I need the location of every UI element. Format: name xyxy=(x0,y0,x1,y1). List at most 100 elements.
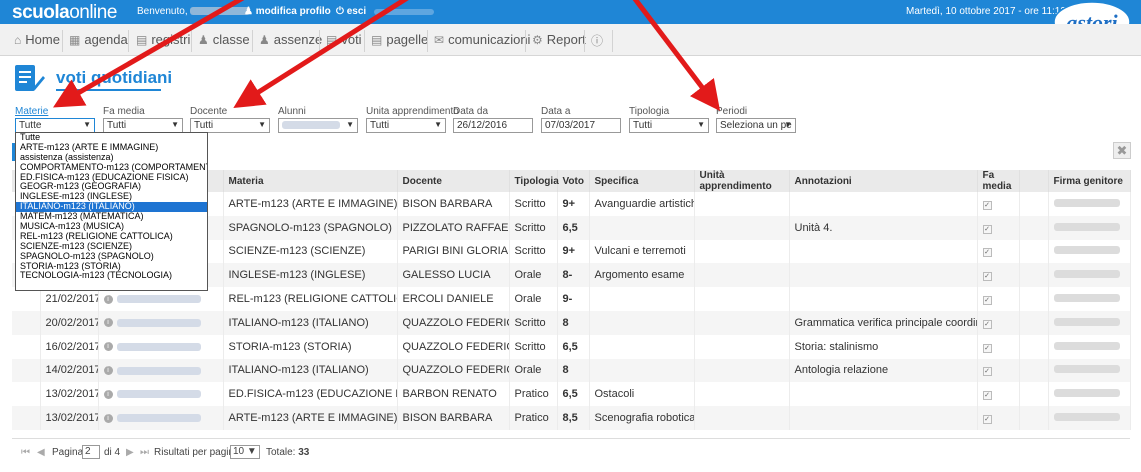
materie-select[interactable]: Tutte ▼ xyxy=(15,118,95,133)
menu-agenda[interactable]: ▦ agenda xyxy=(69,32,128,47)
dropdown-option[interactable]: SPAGNOLO-m123 (SPAGNOLO) xyxy=(16,252,207,262)
register-icon: ▤ xyxy=(136,33,148,47)
signature-redacted xyxy=(1053,270,1120,279)
row-unita xyxy=(694,310,790,335)
fa-media-checkbox[interactable]: ✓ xyxy=(982,391,992,401)
last-page-icon[interactable]: ⏭ xyxy=(140,447,149,458)
docente-select[interactable]: Tutti ▼ xyxy=(190,118,270,133)
col-tipologia[interactable]: Tipologia xyxy=(509,170,559,192)
data-da-input[interactable]: 26/12/2016 xyxy=(453,118,533,133)
menu-voti[interactable]: ▤ voti xyxy=(326,32,362,47)
table-row[interactable]: 16/02/2017 i STORIA-m123 (STORIA) QUAZZOLO … xyxy=(12,334,1131,359)
unita-select[interactable]: Tutti ▼ xyxy=(366,118,446,133)
dropdown-option[interactable]: TECNOLOGIA-m123 (TECNOLOGIA) xyxy=(16,271,207,281)
col-docente[interactable]: Docente xyxy=(397,170,510,192)
dropdown-option[interactable]: SCIENZE-m123 (SCIENZE) xyxy=(16,242,207,252)
dropdown-option[interactable]: COMPORTAMENTO-m123 (COMPORTAMENTO) xyxy=(16,163,207,173)
dropdown-option[interactable]: assistenza (assistenza) xyxy=(16,153,207,163)
col-materia[interactable]: Materia xyxy=(223,170,398,192)
fa-media-checkbox[interactable]: ✓ xyxy=(982,319,992,329)
dropdown-option[interactable]: INGLESE-m123 (INGLESE) xyxy=(16,192,207,202)
menu-registri[interactable]: ▤ registri xyxy=(136,32,190,47)
chevron-down-icon: ▼ xyxy=(434,120,442,129)
dropdown-option[interactable]: Tutte xyxy=(16,133,207,143)
edit-profile-link[interactable]: ♟ modifica profilo xyxy=(244,6,331,17)
close-icon[interactable]: ✖ xyxy=(1113,142,1131,159)
info-icon[interactable]: i xyxy=(103,413,113,423)
data-a-input[interactable]: 07/03/2017 xyxy=(541,118,621,133)
col-specifica[interactable]: Specifica xyxy=(589,170,695,192)
info-icon[interactable]: i xyxy=(103,318,113,328)
materie-dropdown-list[interactable]: Tutte ARTE-m123 (ARTE E IMMAGINE) assisten… xyxy=(15,132,208,291)
fa-media-checkbox[interactable]: ✓ xyxy=(982,296,992,306)
row-voto: 9+ xyxy=(557,192,590,216)
signature-redacted xyxy=(1053,389,1120,398)
alunni-select[interactable]: ▼ xyxy=(278,118,358,133)
row-voto: 8- xyxy=(557,263,590,288)
report-card-icon: ▤ xyxy=(371,33,383,47)
menu-pagelle[interactable]: ▤ pagelle xyxy=(371,32,428,47)
table-row[interactable]: 14/02/2017 i ITALIANO-m123 (ITALIANO) QUAZZ… xyxy=(12,358,1131,383)
menu-home[interactable]: ⌂ Home xyxy=(14,32,60,47)
dropdown-option[interactable]: ITALIANO-m123 (ITALIANO) xyxy=(16,202,207,213)
row-unita xyxy=(694,406,790,430)
dropdown-option[interactable]: ED.FISICA-m123 (EDUCAZIONE FISICA) xyxy=(16,173,207,183)
alunni-label: Alunni xyxy=(278,106,306,117)
menu-comunicazioni[interactable]: ✉ comunicazioni xyxy=(434,32,530,47)
fa-media-checkbox[interactable]: ✓ xyxy=(982,415,992,425)
col-voto[interactable]: Voto xyxy=(557,170,590,192)
signature-redacted xyxy=(1053,365,1120,374)
total-label: Totale: 33 xyxy=(266,447,310,458)
app-logo[interactable]: scuolaonline xyxy=(12,2,117,24)
dropdown-option[interactable]: ARTE-m123 (ARTE E IMMAGINE) xyxy=(16,143,207,153)
col-firma[interactable]: Firma genitore xyxy=(1048,170,1131,192)
fa-media-checkbox[interactable]: ✓ xyxy=(982,343,992,353)
row-materia: ITALIANO-m123 (ITALIANO) xyxy=(223,358,398,383)
col-unita[interactable]: Unità apprendimento xyxy=(694,170,790,192)
redacted-bar xyxy=(374,9,434,15)
dropdown-option[interactable]: MUSICA-m123 (MUSICA) xyxy=(16,222,207,232)
prev-page-icon[interactable]: ◀ xyxy=(37,447,45,458)
row-specifica xyxy=(589,287,695,311)
dropdown-option[interactable]: REL-m123 (RELIGIONE CATTOLICA) xyxy=(16,232,207,242)
menu-assenze[interactable]: ♟ assenze xyxy=(259,32,322,47)
info-icon[interactable]: i xyxy=(103,342,113,352)
periodi-select[interactable]: Seleziona un pe ▼ xyxy=(716,118,796,133)
col-annotazioni[interactable]: Annotazioni xyxy=(789,170,978,192)
row-specifica: Vulcani e terremoti xyxy=(589,239,695,264)
dropdown-option[interactable]: STORIA-m123 (STORIA) xyxy=(16,262,207,272)
absence-icon: ♟ xyxy=(259,33,270,47)
col-fa-media[interactable]: Fa media xyxy=(977,170,1020,192)
row-voto: 8 xyxy=(557,358,590,383)
logout-link[interactable]: ⏻ esci xyxy=(336,6,366,17)
fa-media-checkbox[interactable]: ✓ xyxy=(982,200,992,210)
dropdown-option[interactable]: GEOGR-m123 (GEOGRAFIA) xyxy=(16,182,207,192)
fa-media-checkbox[interactable]: ✓ xyxy=(982,367,992,377)
table-row[interactable]: 13/02/2017 i ED.FISICA-m123 (EDUCAZIONE FI… xyxy=(12,382,1131,407)
help-button[interactable]: ⓘ xyxy=(591,32,607,49)
tipologia-select[interactable]: Tutti ▼ xyxy=(629,118,709,133)
fa-media-checkbox[interactable]: ✓ xyxy=(982,248,992,258)
table-row[interactable]: 20/02/2017 i ITALIANO-m123 (ITALIANO) QUAZZ… xyxy=(12,310,1131,335)
info-icon[interactable]: i xyxy=(103,366,113,376)
menu-classe[interactable]: ♟ classe xyxy=(198,32,250,47)
row-materia: SCIENZE-m123 (SCIENZE) xyxy=(223,239,398,264)
table-row[interactable]: 13/02/2017 i ARTE-m123 (ARTE E IMMAGINE) BI… xyxy=(12,406,1131,430)
user-name-redacted xyxy=(190,7,251,16)
info-icon[interactable]: i xyxy=(103,294,113,304)
dropdown-option[interactable]: MATEM-m123 (MATEMATICA) xyxy=(16,212,207,222)
row-materia: STORIA-m123 (STORIA) xyxy=(223,334,398,359)
fa-media-checkbox[interactable]: ✓ xyxy=(982,224,992,234)
fa-media-checkbox[interactable]: ✓ xyxy=(982,272,992,282)
menu-report[interactable]: ⚙ Report xyxy=(532,32,586,47)
row-annotazioni: Storia: stalinismo xyxy=(789,334,978,359)
fa-media-select[interactable]: Tutti ▼ xyxy=(103,118,183,133)
row-tipologia: Pratico xyxy=(509,382,558,407)
row-specifica: Argomento esame xyxy=(589,263,695,288)
next-page-icon[interactable]: ▶ xyxy=(126,447,134,458)
data-a-label: Data a xyxy=(541,106,571,117)
page-input[interactable]: 2 xyxy=(82,445,100,459)
per-page-select[interactable]: 10 ▼ xyxy=(230,445,260,459)
first-page-icon[interactable]: ⏮ xyxy=(21,447,30,458)
info-icon[interactable]: i xyxy=(103,389,113,399)
